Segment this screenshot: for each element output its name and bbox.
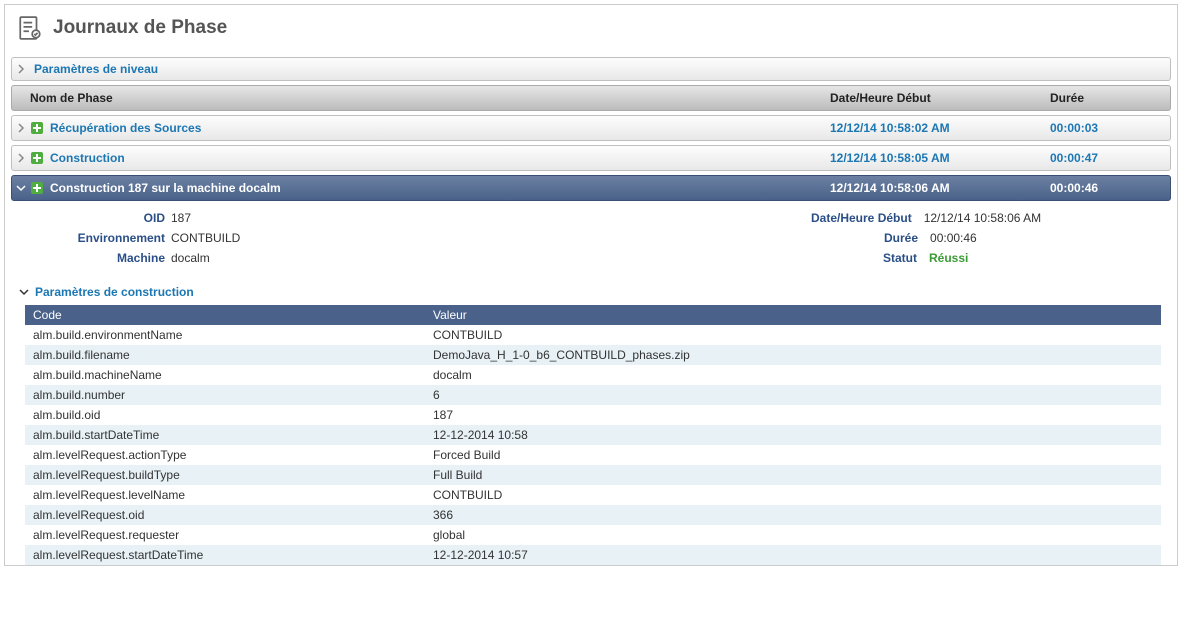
param-value: CONTBUILD bbox=[425, 325, 1161, 345]
table-row: alm.build.number6 bbox=[25, 385, 1161, 405]
param-code: alm.build.oid bbox=[25, 405, 425, 425]
param-value: 366 bbox=[425, 505, 1161, 525]
col-code: Code bbox=[25, 305, 425, 325]
table-row: alm.levelRequest.levelNameCONTBUILD bbox=[25, 485, 1161, 505]
param-value: docalm bbox=[425, 365, 1161, 385]
phase-date: 12/12/14 10:58:05 AM bbox=[830, 151, 1050, 165]
dur-label: Durée bbox=[884, 231, 924, 245]
phase-date: 12/12/14 10:58:06 AM bbox=[830, 181, 1050, 195]
param-code: alm.build.startDateTime bbox=[25, 425, 425, 445]
start-value: 12/12/14 10:58:06 AM bbox=[924, 211, 1041, 225]
oid-label: OID bbox=[11, 211, 171, 225]
start-label: Date/Heure Début bbox=[811, 211, 918, 225]
table-row: alm.build.startDateTime12-12-2014 10:58 bbox=[25, 425, 1161, 445]
phase-details: OID 187 Date/Heure Début 12/12/14 10:58:… bbox=[11, 201, 1171, 277]
phase-dur: 00:00:03 bbox=[1050, 121, 1170, 135]
table-row: alm.build.oid187 bbox=[25, 405, 1161, 425]
param-code: alm.build.filename bbox=[25, 345, 425, 365]
table-row: alm.levelRequest.requesterglobal bbox=[25, 525, 1161, 545]
table-row: alm.build.filenameDemoJava_H_1-0_b6_CONT… bbox=[25, 345, 1161, 365]
param-value: global bbox=[425, 525, 1161, 545]
param-code: alm.levelRequest.actionType bbox=[25, 445, 425, 465]
phase-name: Récupération des Sources bbox=[50, 121, 830, 135]
status-value: Réussi bbox=[929, 251, 968, 265]
page-title: Journaux de Phase bbox=[53, 17, 227, 39]
chevron-right-icon[interactable] bbox=[12, 64, 30, 74]
chevron-down-icon[interactable] bbox=[19, 287, 29, 297]
param-value: 12-12-2014 10:58 bbox=[425, 425, 1161, 445]
param-code: alm.levelRequest.buildType bbox=[25, 465, 425, 485]
level-params-label: Paramètres de niveau bbox=[30, 62, 158, 76]
dur-value: 00:00:46 bbox=[930, 231, 977, 245]
param-code: alm.levelRequest.requester bbox=[25, 525, 425, 545]
param-value: DemoJava_H_1-0_b6_CONTBUILD_phases.zip bbox=[425, 345, 1161, 365]
param-value: CONTBUILD bbox=[425, 485, 1161, 505]
table-row: alm.build.environmentNameCONTBUILD bbox=[25, 325, 1161, 345]
param-value: 6 bbox=[425, 385, 1161, 405]
oid-value: 187 bbox=[171, 211, 191, 225]
param-code: alm.levelRequest.startDateTime bbox=[25, 545, 425, 565]
param-value: Full Build bbox=[425, 465, 1161, 485]
param-code: alm.levelRequest.oid bbox=[25, 505, 425, 525]
table-row: alm.levelRequest.buildTypeFull Build bbox=[25, 465, 1161, 485]
plus-icon bbox=[30, 151, 44, 165]
phase-name: Construction 187 sur la machine docalm bbox=[50, 181, 830, 195]
machine-value: docalm bbox=[171, 251, 210, 265]
phase-date: 12/12/14 10:58:02 AM bbox=[830, 121, 1050, 135]
log-icon bbox=[17, 15, 43, 41]
param-code: alm.build.environmentName bbox=[25, 325, 425, 345]
param-code: alm.build.number bbox=[25, 385, 425, 405]
chevron-right-icon[interactable] bbox=[12, 153, 30, 163]
chevron-down-icon[interactable] bbox=[12, 183, 30, 193]
page-header: Journaux de Phase bbox=[5, 5, 1177, 53]
phase-dur: 00:00:46 bbox=[1050, 181, 1170, 195]
machine-label: Machine bbox=[11, 251, 171, 265]
env-value: CONTBUILD bbox=[171, 231, 240, 245]
build-params-label: Paramètres de construction bbox=[35, 285, 194, 299]
phase-dur: 00:00:47 bbox=[1050, 151, 1170, 165]
col-name: Nom de Phase bbox=[12, 91, 830, 105]
table-row: alm.levelRequest.oid366 bbox=[25, 505, 1161, 525]
col-dur: Durée bbox=[1050, 91, 1170, 105]
plus-icon bbox=[30, 181, 44, 195]
param-value: Forced Build bbox=[425, 445, 1161, 465]
plus-icon bbox=[30, 121, 44, 135]
column-header: Nom de Phase Date/Heure Début Durée bbox=[11, 85, 1171, 111]
table-row: alm.levelRequest.startDateTime12-12-2014… bbox=[25, 545, 1161, 565]
phase-row[interactable]: Récupération des Sources12/12/14 10:58:0… bbox=[11, 115, 1171, 141]
level-params-bar[interactable]: Paramètres de niveau bbox=[11, 57, 1171, 81]
status-label: Statut bbox=[883, 251, 923, 265]
param-code: alm.levelRequest.levelName bbox=[25, 485, 425, 505]
chevron-right-icon[interactable] bbox=[12, 123, 30, 133]
table-row: alm.levelRequest.actionTypeForced Build bbox=[25, 445, 1161, 465]
table-row: alm.build.machineNamedocalm bbox=[25, 365, 1161, 385]
param-value: 12-12-2014 10:57 bbox=[425, 545, 1161, 565]
phase-row-expanded[interactable]: Construction 187 sur la machine docalm 1… bbox=[11, 175, 1171, 201]
params-table: Code Valeur alm.build.environmentNameCON… bbox=[25, 305, 1161, 565]
col-date: Date/Heure Début bbox=[830, 91, 1050, 105]
col-val: Valeur bbox=[425, 305, 1161, 325]
env-label: Environnement bbox=[11, 231, 171, 245]
build-params-toggle[interactable]: Paramètres de construction bbox=[19, 285, 1171, 299]
phase-name: Construction bbox=[50, 151, 830, 165]
param-code: alm.build.machineName bbox=[25, 365, 425, 385]
param-value: 187 bbox=[425, 405, 1161, 425]
phase-row[interactable]: Construction12/12/14 10:58:05 AM00:00:47 bbox=[11, 145, 1171, 171]
